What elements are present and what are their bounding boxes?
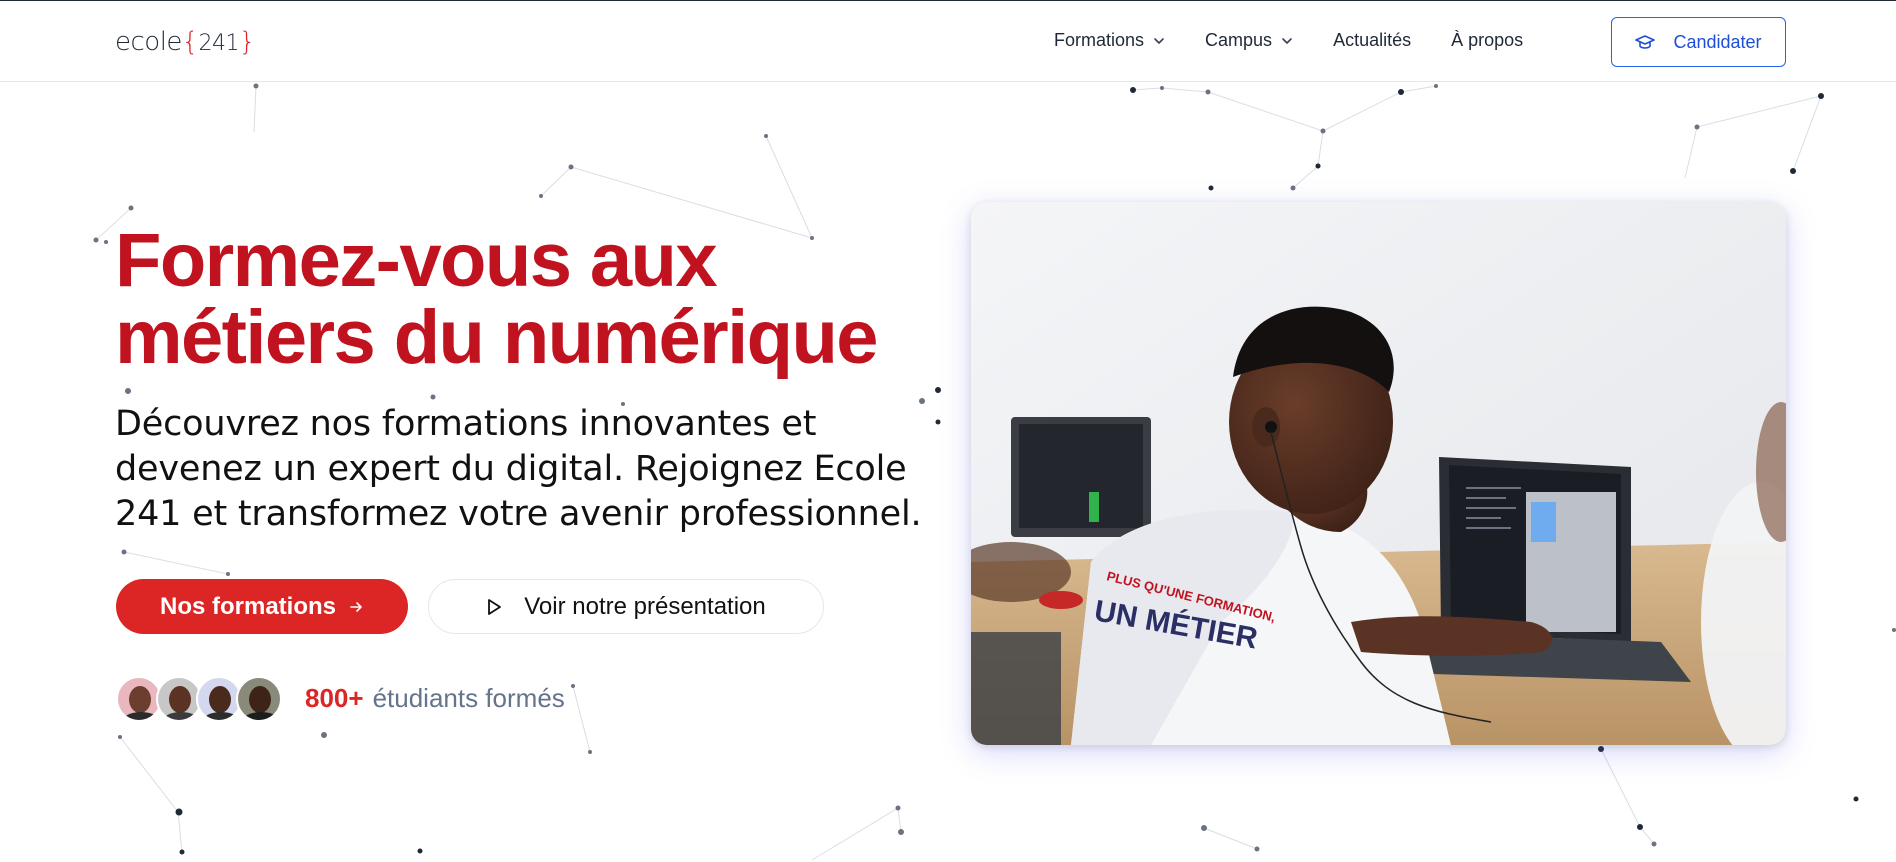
nav-item-a-propos[interactable]: À propos <box>1451 30 1523 51</box>
nav-item-actualites[interactable]: Actualités <box>1333 30 1411 51</box>
nav-item-label: Formations <box>1054 30 1145 50</box>
avatar <box>236 676 282 722</box>
students-stat: 800+ étudiants formés <box>305 683 565 714</box>
hero-subtitle-line2: devenez un expert du digital. Rejoignez … <box>115 449 907 489</box>
logo-brace-close: } <box>238 27 256 57</box>
arrow-right-icon <box>350 601 362 612</box>
ecole241-logo[interactable]: ecole { 241 } <box>115 27 256 57</box>
hero-subtitle: Découvrez nos formations innovantes et d… <box>115 402 955 537</box>
students-count: 800+ <box>305 683 364 713</box>
apply-button-label: Candidater <box>1673 31 1762 52</box>
logo-number: 241 <box>198 31 239 56</box>
chevron-down-icon <box>1154 37 1164 44</box>
nav-item-label: Campus <box>1205 30 1273 50</box>
site-header: ecole { 241 } Formations Campus Actualit… <box>0 0 1896 82</box>
student-avatars <box>116 676 282 722</box>
apply-button[interactable]: Candidater <box>1611 17 1786 67</box>
hero-subtitle-line3: 241 et transformez votre avenir professi… <box>115 494 922 534</box>
nos-formations-label: Nos formations <box>159 592 336 620</box>
nav-item-formations[interactable]: Formations <box>1054 30 1165 51</box>
nos-formations-button[interactable]: Nos formations <box>116 579 408 634</box>
nav-item-label: Actualités <box>1333 30 1412 50</box>
hero-title-line2: métiers du numérique <box>115 295 879 380</box>
hero-title: Formez-vous aux métiers du numérique <box>115 222 935 376</box>
hero-subtitle-line1: Découvrez nos formations innovantes et <box>115 404 817 444</box>
chevron-down-icon <box>1282 37 1292 44</box>
nav-item-label: À propos <box>1451 30 1524 50</box>
nav-item-campus[interactable]: Campus <box>1205 30 1293 51</box>
voir-presentation-label: Voir notre présentation <box>524 592 766 620</box>
students-label: étudiants formés <box>372 683 565 713</box>
hero-photo: PLUS QU'UNE FORMATION, UN MÉTIER <box>971 202 1786 745</box>
hero-title-line1: Formez-vous aux <box>115 218 718 303</box>
logo-brace-open: { <box>181 27 199 57</box>
graduation-cap-icon <box>1635 35 1656 49</box>
main-nav: Formations Campus Actualités À propos <box>1054 30 1523 51</box>
play-icon <box>488 598 502 615</box>
logo-word: ecole <box>115 27 182 57</box>
voir-presentation-button[interactable]: Voir notre présentation <box>428 579 824 634</box>
